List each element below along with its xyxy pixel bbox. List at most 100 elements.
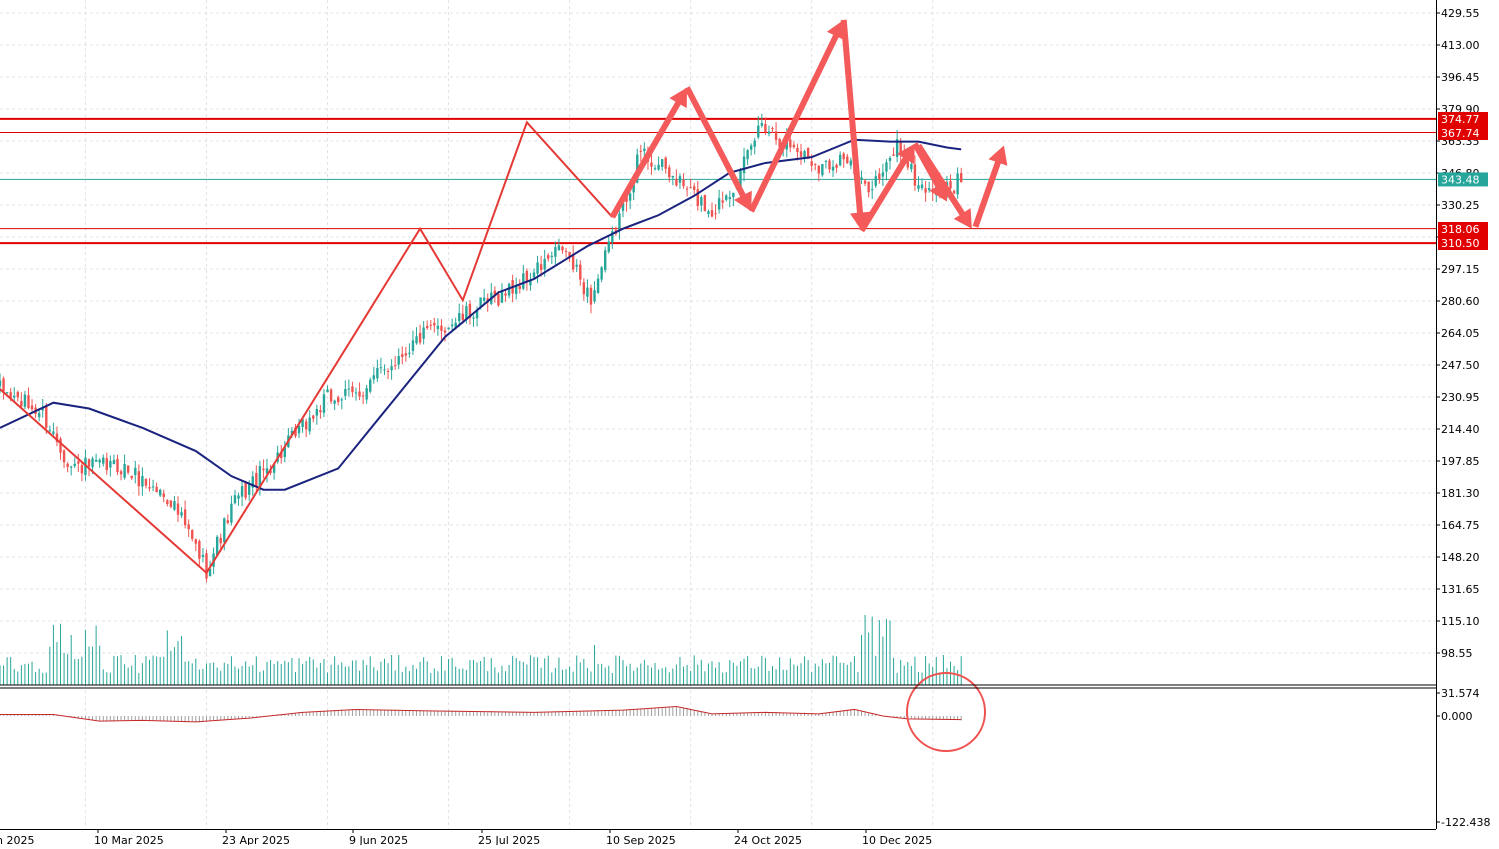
- candle-bull: [920, 184, 924, 189]
- candle-bull: [5, 392, 9, 394]
- candle-bull: [326, 389, 329, 393]
- date-tick-label: 24 Oct 2025: [734, 834, 802, 845]
- candle-bull: [678, 176, 682, 183]
- date-tick-label: Jan 2025: [0, 834, 34, 845]
- candle-bull: [725, 195, 728, 200]
- candle-bear: [319, 410, 322, 413]
- price-tick-label: 98.55: [1441, 647, 1473, 660]
- candle-bull: [315, 408, 319, 416]
- candle-bull: [347, 388, 351, 390]
- moving-average-layer: [0, 138, 962, 491]
- candle-bear: [361, 395, 365, 397]
- candle-bear: [205, 553, 208, 579]
- candle-bear: [155, 486, 158, 493]
- candle-layer: [0, 113, 963, 583]
- candle-bull: [233, 495, 237, 504]
- candle-bull: [458, 313, 461, 322]
- candle-bull: [732, 192, 735, 198]
- level-label: 310.50: [1441, 237, 1480, 250]
- trend-arrow: [840, 19, 870, 231]
- candle-bear: [774, 131, 778, 140]
- candle-bull: [596, 278, 600, 293]
- price-tick-label: 297.15: [1441, 263, 1480, 276]
- candle-bull: [415, 336, 418, 344]
- candle-bear: [547, 255, 550, 259]
- candle-bear: [105, 458, 108, 471]
- candle-bull: [37, 412, 41, 418]
- candle-bear: [30, 405, 34, 410]
- candle-bear: [440, 325, 443, 331]
- candle-bear: [148, 487, 151, 489]
- candle-bull: [237, 495, 240, 499]
- candle-bull: [450, 324, 454, 327]
- candle-bear: [949, 180, 952, 189]
- candle-bear: [20, 400, 23, 407]
- candle-bear: [16, 391, 19, 398]
- candle-bull: [575, 264, 578, 267]
- candle-bull: [888, 157, 892, 161]
- candle-bull: [831, 166, 835, 171]
- price-tick-label: 164.75: [1441, 519, 1480, 532]
- candle-bull: [73, 463, 76, 467]
- price-tick-label: 280.60: [1441, 295, 1480, 308]
- candle-bull: [98, 459, 101, 463]
- candle-bull: [767, 131, 771, 134]
- candle-bull: [604, 250, 607, 270]
- osc-tick-label: 31.574: [1441, 687, 1480, 700]
- candle-bull: [180, 512, 183, 516]
- date-tick-label: 10 Mar 2025: [94, 834, 164, 845]
- candle-bull: [240, 486, 244, 497]
- candle-bull: [550, 255, 553, 258]
- candle-bull: [70, 466, 73, 468]
- candle-bull: [23, 394, 27, 407]
- candle-bull: [436, 325, 440, 330]
- candle-bear: [2, 378, 5, 392]
- candle-bear: [789, 139, 792, 148]
- candle-bull: [411, 340, 415, 351]
- trend-arrow: [609, 87, 688, 219]
- candle-bull: [372, 375, 375, 380]
- date-tick-label: 23 Apr 2025: [222, 834, 290, 845]
- candle-bear: [443, 330, 447, 333]
- candle-bull: [322, 394, 326, 413]
- moving-average-line: [0, 138, 962, 491]
- candle-bull: [94, 459, 98, 462]
- candle-bear: [714, 213, 717, 215]
- date-tick-label: 9 Jun 2025: [349, 834, 408, 845]
- candle-bear: [675, 178, 678, 186]
- candle-bull: [151, 486, 155, 488]
- candle-bull: [749, 145, 753, 150]
- candle-bull: [223, 518, 226, 543]
- candle-bull: [917, 185, 920, 189]
- candle-bull: [141, 475, 144, 487]
- candle-bear: [461, 313, 464, 320]
- chart-canvas[interactable]: 429.55413.00396.45379.90363.35346.80330.…: [0, 0, 1499, 847]
- candle-bull: [340, 399, 343, 401]
- candle-bear: [429, 324, 432, 326]
- candle-bear: [682, 179, 685, 187]
- date-tick-label: 10 Sep 2025: [606, 834, 676, 845]
- price-chart[interactable]: 429.55413.00396.45379.90363.35346.80330.…: [0, 0, 1499, 847]
- candle-bull: [390, 366, 393, 371]
- candle-bear: [166, 500, 169, 505]
- candle-bear: [119, 471, 123, 475]
- price-tick-label: 197.85: [1441, 455, 1480, 468]
- candle-bear: [304, 421, 308, 430]
- candle-bull: [881, 172, 885, 177]
- candle-bull: [536, 262, 539, 274]
- candle-bull: [671, 175, 675, 178]
- candle-bear: [351, 386, 354, 393]
- candle-bear: [45, 406, 48, 428]
- osc-tick-label: -122.438: [1441, 816, 1490, 829]
- candle-bear: [835, 164, 838, 168]
- date-tick-label: 10 Dec 2025: [862, 834, 932, 845]
- candle-bear: [87, 459, 91, 467]
- candle-bull: [643, 148, 646, 152]
- candle-bull: [532, 272, 536, 278]
- candle-bear: [842, 153, 845, 160]
- candle-bull: [600, 267, 603, 280]
- candle-bear: [244, 482, 247, 498]
- candle-bear: [183, 509, 187, 526]
- candle-bull: [383, 369, 386, 371]
- level-label: 318.06: [1441, 223, 1480, 236]
